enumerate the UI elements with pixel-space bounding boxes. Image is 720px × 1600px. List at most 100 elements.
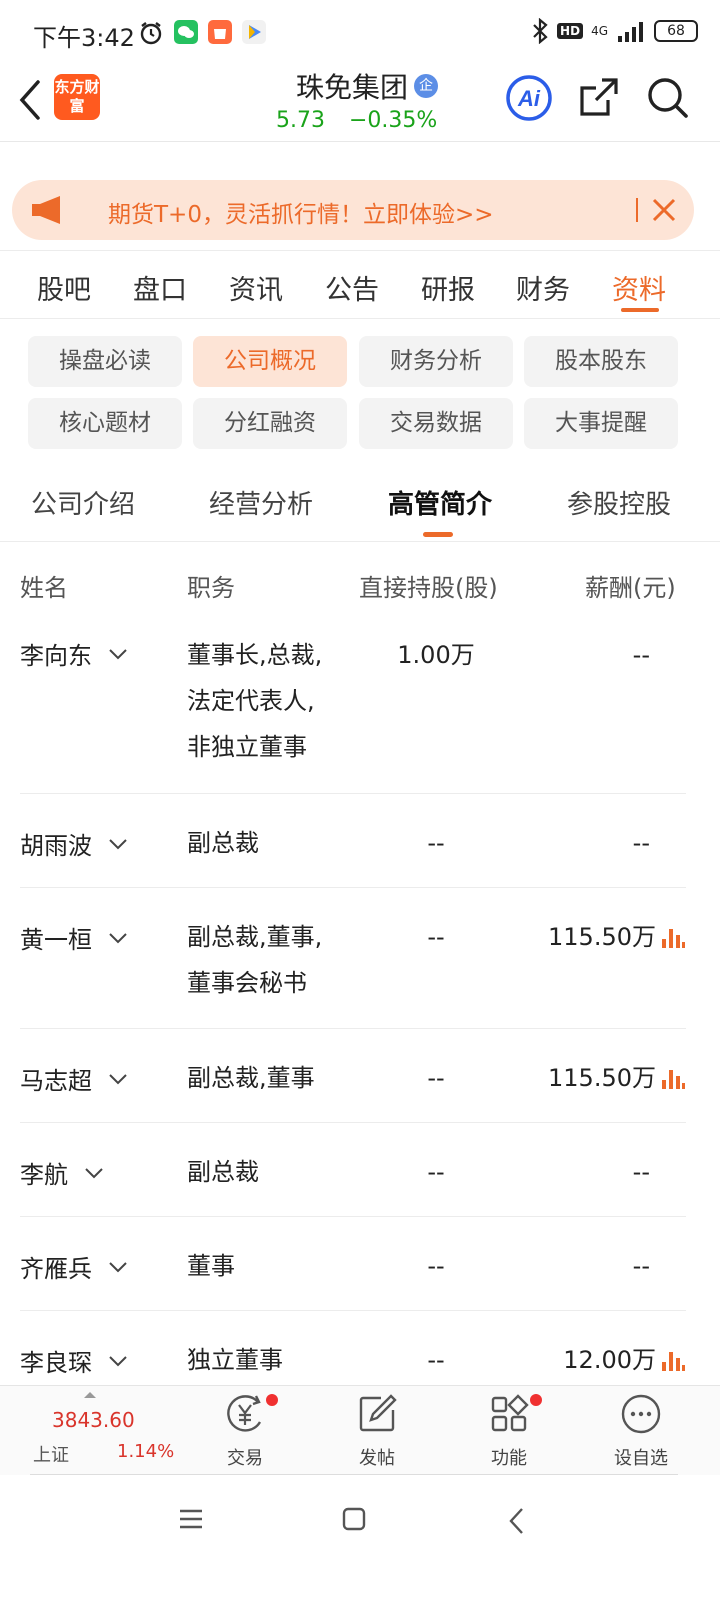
chevron-down-icon[interactable] xyxy=(108,1355,128,1367)
chip-shareholders[interactable]: 股本股东 xyxy=(524,336,678,387)
system-navigation-bar xyxy=(0,1480,720,1600)
battery-indicator: 68 xyxy=(654,20,698,42)
functions-label: 功能 xyxy=(491,1448,527,1469)
functions-button[interactable]: 功能 xyxy=(464,1392,554,1470)
shopping-app-icon xyxy=(208,20,232,44)
exec-position-line: 副总裁 xyxy=(187,1158,259,1186)
salary-chart-icon[interactable] xyxy=(660,1348,686,1372)
chevron-down-icon[interactable] xyxy=(84,1167,104,1179)
salary-chart-icon[interactable] xyxy=(660,925,686,949)
table-row[interactable]: 黄一桓 副总裁,董事, 董事会秘书 -- 115.50万 xyxy=(20,888,686,1029)
exec-shares: 1.00万 xyxy=(397,641,475,669)
tab-finance[interactable]: 财务 xyxy=(516,268,570,307)
watchlist-label: 设自选 xyxy=(614,1448,668,1469)
status-bar: 下午3:42 HD 4G 68 xyxy=(0,0,720,66)
chip-dividends-financing[interactable]: 分红融资 xyxy=(193,398,347,449)
exec-name: 李向东 xyxy=(20,642,92,670)
back-icon[interactable] xyxy=(507,1506,527,1536)
exec-shares: -- xyxy=(427,829,445,857)
salary-chart-icon[interactable] xyxy=(660,1066,686,1090)
exec-position-line: 独立董事 xyxy=(187,1346,283,1374)
col-position-header: 职务 xyxy=(187,574,235,602)
play-store-icon xyxy=(242,20,266,44)
tab-news[interactable]: 资讯 xyxy=(229,268,283,307)
megaphone-icon xyxy=(32,196,60,224)
active-subtab-indicator xyxy=(423,532,453,537)
chevron-down-icon[interactable] xyxy=(108,1073,128,1085)
hd-badge: HD xyxy=(557,23,584,39)
chip-core-themes[interactable]: 核心题材 xyxy=(28,398,182,449)
col-salary-header: 薪酬(元) xyxy=(585,574,676,602)
subtab-company-intro[interactable]: 公司介绍 xyxy=(31,484,135,521)
chevron-down-icon[interactable] xyxy=(108,932,128,944)
exec-shares: -- xyxy=(427,1064,445,1092)
tab-pankou[interactable]: 盘口 xyxy=(133,268,187,307)
compose-label: 发帖 xyxy=(359,1448,395,1469)
exec-salary: 115.50万 xyxy=(548,923,656,951)
ai-assistant-icon[interactable]: Ai xyxy=(505,74,553,122)
stock-quote: 5.73 −0.35% xyxy=(276,108,437,133)
exec-position-line: 副总裁,董事, xyxy=(187,923,323,951)
bottom-toolbar: 3843.60 上证 1.14% 交易 发帖 功能 设自选 xyxy=(0,1385,720,1475)
exec-name: 黄一桓 xyxy=(20,926,92,954)
subtab-executives[interactable]: 高管简介 xyxy=(388,484,492,521)
exec-shares: -- xyxy=(427,1346,445,1374)
exec-salary: -- xyxy=(632,1158,650,1186)
tab-guba[interactable]: 股吧 xyxy=(37,268,91,307)
close-icon[interactable] xyxy=(650,196,678,224)
stock-change: −0.35% xyxy=(348,108,438,133)
trade-button[interactable]: 交易 xyxy=(200,1392,290,1470)
table-row[interactable]: 李向东 董事长,总裁, 法定代表人, 非独立董事 1.00万 -- xyxy=(20,620,686,794)
table-row[interactable]: 李良琛 独立董事 -- 12.00万 xyxy=(20,1311,686,1385)
index-name[interactable]: 上证 xyxy=(33,1441,69,1467)
exec-salary: -- xyxy=(632,829,650,857)
executives-table-header: 姓名 职务 直接持股(股) 薪酬(元) xyxy=(0,560,720,610)
subtab-holdings[interactable]: 参股控股 xyxy=(567,484,671,521)
chip-company-overview[interactable]: 公司概况 xyxy=(193,336,347,387)
subtab-business-analysis[interactable]: 经营分析 xyxy=(209,484,313,521)
add-to-watchlist-button[interactable]: 设自选 xyxy=(596,1392,686,1470)
exec-salary: 115.50万 xyxy=(548,1064,656,1092)
exec-name: 胡雨波 xyxy=(20,832,92,860)
exec-position-line: 副总裁 xyxy=(187,829,259,857)
table-row[interactable]: 李航 副总裁 -- -- xyxy=(20,1123,686,1217)
chip-trading-data[interactable]: 交易数据 xyxy=(359,398,513,449)
index-value[interactable]: 3843.60 xyxy=(52,1408,135,1432)
compose-post-button[interactable]: 发帖 xyxy=(332,1392,422,1470)
search-icon[interactable] xyxy=(646,76,690,120)
banner-text: 期货T+0，灵活抓行情！立即体验>> xyxy=(108,202,494,228)
tab-profile[interactable]: 资料 xyxy=(612,268,666,307)
bluetooth-icon xyxy=(533,18,548,44)
table-row[interactable]: 胡雨波 副总裁 -- -- xyxy=(20,794,686,888)
menu-icon[interactable] xyxy=(178,1506,204,1532)
chip-trading-must-read[interactable]: 操盘必读 xyxy=(28,336,182,387)
chevron-down-icon[interactable] xyxy=(108,838,128,850)
share-icon[interactable] xyxy=(578,76,620,118)
chip-event-reminders[interactable]: 大事提醒 xyxy=(524,398,678,449)
exec-name: 李良琛 xyxy=(20,1349,92,1377)
chevron-down-icon[interactable] xyxy=(108,648,128,660)
chip-financial-analysis[interactable]: 财务分析 xyxy=(359,336,513,387)
exec-name: 齐雁兵 xyxy=(20,1255,92,1283)
table-row[interactable]: 齐雁兵 董事 -- -- xyxy=(20,1217,686,1311)
col-name-header: 姓名 xyxy=(20,574,68,602)
exec-salary: 12.00万 xyxy=(563,1346,656,1374)
tab-announcements[interactable]: 公告 xyxy=(325,268,379,307)
home-icon[interactable] xyxy=(341,1506,367,1532)
index-change[interactable]: 1.14% xyxy=(117,1441,174,1462)
exec-shares: -- xyxy=(427,923,445,951)
stock-name[interactable]: 珠免集团 xyxy=(296,66,408,106)
table-row[interactable]: 马志超 副总裁,董事 -- 115.50万 xyxy=(20,1029,686,1123)
signal-icon xyxy=(618,22,643,42)
more-circle-icon xyxy=(621,1394,661,1434)
futures-promo-banner[interactable]: 期货T+0，灵活抓行情！立即体验>> xyxy=(12,180,694,240)
exec-position-line: 副总裁,董事 xyxy=(187,1064,315,1092)
enterprise-badge: 企 xyxy=(414,74,438,98)
notification-dot xyxy=(266,1394,278,1406)
exec-salary: -- xyxy=(632,1252,650,1280)
network-type: 4G xyxy=(591,24,608,38)
tab-research[interactable]: 研报 xyxy=(421,268,475,307)
sub-tabs: 公司介绍 经营分析 高管简介 参股控股 xyxy=(0,472,720,540)
chevron-down-icon[interactable] xyxy=(108,1261,128,1273)
stock-price: 5.73 xyxy=(276,108,325,133)
